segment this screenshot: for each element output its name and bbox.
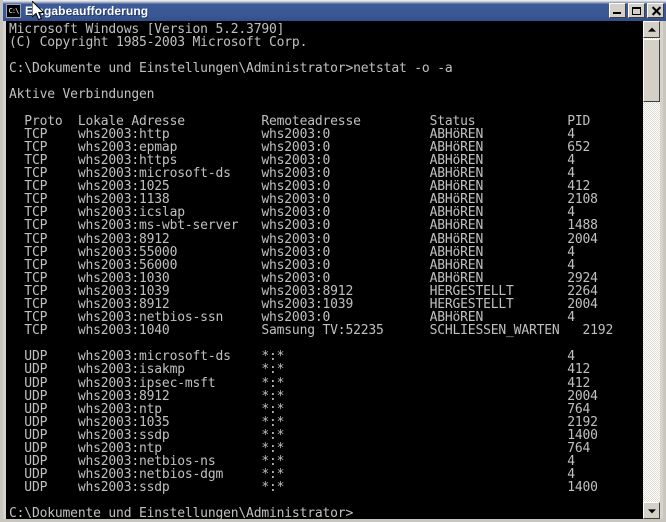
maximize-button[interactable]	[628, 3, 645, 18]
vertical-scrollbar[interactable]	[643, 21, 660, 519]
chevron-down-icon	[647, 508, 656, 513]
console-icon: C:\	[6, 3, 21, 18]
scrollbar-thumb[interactable]	[643, 39, 660, 102]
scroll-down-button[interactable]	[643, 502, 660, 519]
window-title: Eingabeaufforderung	[25, 3, 149, 18]
console-output-area[interactable]: Microsoft Windows [Version 5.2.3790] (C)…	[6, 21, 652, 519]
close-button[interactable]	[647, 3, 664, 18]
window-controls	[609, 3, 664, 18]
scroll-up-button[interactable]	[643, 21, 660, 38]
command-prompt-window: C:\ Eingabeaufforderung Microsoft Window…	[0, 0, 666, 522]
titlebar[interactable]: C:\ Eingabeaufforderung	[3, 0, 666, 21]
chevron-up-icon	[647, 27, 656, 32]
console-text: Microsoft Windows [Version 5.2.3790] (C)…	[9, 22, 614, 519]
minimize-button[interactable]	[609, 3, 626, 18]
